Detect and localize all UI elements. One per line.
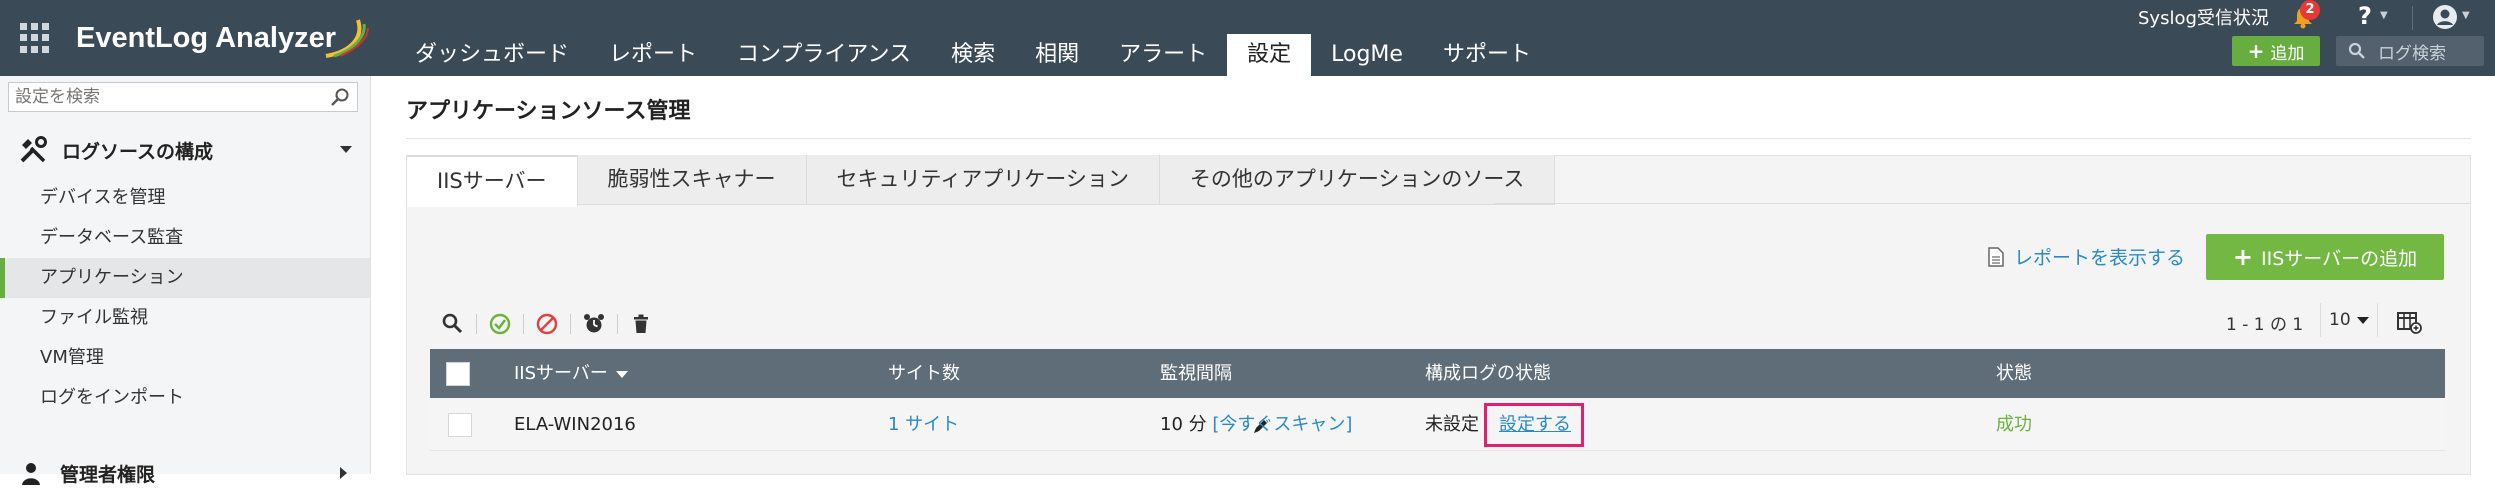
app-name: EventLog Analyzer	[76, 21, 336, 54]
tab-other-application-sources[interactable]: その他のアプリケーションのソース	[1159, 155, 1556, 205]
column-header-iis-server[interactable]: IISサーバー	[514, 349, 628, 398]
log-search-label: ログ検索	[2378, 43, 2446, 64]
tab-security-applications[interactable]: セキュリティアプリケーション	[806, 155, 1160, 205]
show-report-link[interactable]: レポートを表示する	[1988, 243, 2185, 270]
divider	[570, 314, 571, 334]
enable-icon[interactable]	[487, 311, 513, 337]
notification-badge: 2	[2300, 0, 2320, 20]
tab-vulnerability-scanner[interactable]: 脆弱性スキャナー	[577, 155, 807, 205]
top-bar: EventLog Analyzer ダッシュボード レポート コンプライアンス …	[0, 0, 2495, 76]
syslog-status-link[interactable]: Syslog受信状況	[2138, 4, 2269, 30]
sidebar-section-label: 管理者権限	[60, 463, 156, 486]
divider	[617, 314, 618, 334]
sidebar-item-applications[interactable]: アプリケーション	[0, 258, 370, 298]
main-nav: ダッシュボード レポート コンプライアンス 検索 相関 アラート 設定 LogM…	[395, 34, 1551, 76]
divider	[406, 138, 2471, 139]
config-status-value: 未設定	[1425, 414, 1479, 435]
column-header-sites[interactable]: サイト数	[888, 349, 960, 398]
log-search-button[interactable]: ログ検索	[2336, 36, 2484, 66]
user-caret-icon[interactable]: ▼	[2462, 10, 2470, 21]
select-all-checkbox[interactable]	[446, 362, 470, 386]
nav-tab-logme[interactable]: LogMe	[1311, 34, 1423, 76]
sidebar-item-database-audit[interactable]: データベース監査	[0, 218, 370, 258]
column-header-status[interactable]: 状態	[1996, 349, 2032, 398]
per-page-select[interactable]: 10	[2320, 303, 2378, 337]
help-icon[interactable]: ?	[2358, 2, 2372, 30]
help-caret-icon[interactable]: ▼	[2380, 10, 2388, 21]
show-report-label: レポートを表示する	[2014, 247, 2186, 269]
plus-icon: +	[2232, 243, 2254, 271]
app-grid-icon[interactable]	[20, 23, 50, 53]
sidebar-item-vm-management[interactable]: VM管理	[0, 338, 370, 378]
sort-desc-icon	[615, 370, 628, 378]
trash-icon[interactable]	[628, 311, 654, 337]
column-header-label: IISサーバー	[514, 363, 608, 384]
sidebar-section-label: ログソースの構成	[62, 140, 214, 163]
column-header-interval[interactable]: 監視間隔	[1160, 349, 1232, 398]
logo[interactable]: EventLog Analyzer	[20, 18, 369, 58]
divider	[523, 314, 524, 334]
site-count-link[interactable]: 1 サイト	[888, 399, 959, 450]
logo-swoosh-icon	[325, 19, 369, 58]
chevron-right-icon	[340, 467, 347, 479]
nav-tab-correlation[interactable]: 相関	[1015, 34, 1099, 76]
nav-tab-reports[interactable]: レポート	[589, 34, 717, 76]
server-name: ELA-WIN2016	[514, 414, 636, 435]
scan-now-link[interactable]: [今すぐスキャン]	[1212, 414, 1352, 435]
settings-search-input[interactable]	[8, 82, 358, 112]
plus-icon: +	[2247, 39, 2265, 63]
nav-tab-compliance[interactable]: コンプライアンス	[717, 34, 931, 76]
chevron-down-icon	[2356, 316, 2369, 324]
disable-icon[interactable]	[534, 311, 560, 337]
sidebar-item-import-logs[interactable]: ログをインポート	[0, 378, 370, 418]
row-checkbox[interactable]	[448, 413, 472, 437]
search-icon[interactable]	[440, 311, 466, 337]
user-avatar-icon[interactable]	[2432, 4, 2458, 30]
interval-cell: 10 分 [今すぐスキャン]	[1160, 399, 1352, 450]
admin-user-icon	[22, 463, 40, 485]
table-header: IISサーバー サイト数 監視間隔 構成ログの状態 状態	[430, 349, 2445, 398]
per-page-value: 10	[2329, 310, 2351, 330]
page-title: アプリケーションソース管理	[406, 99, 691, 124]
tab-iis-server[interactable]: IISサーバー	[406, 155, 578, 207]
pagination-info: 1 - 1 の 1	[2226, 315, 2304, 335]
add-button[interactable]: + 追加	[2232, 36, 2320, 66]
column-header-config-status[interactable]: 構成ログの状態	[1425, 349, 1551, 398]
highlight-box	[1484, 403, 1584, 447]
sidebar-item-file-monitoring[interactable]: ファイル監視	[0, 298, 370, 338]
sidebar: ログソースの構成 デバイスを管理 データベース監査 アプリケーション ファイル監…	[0, 76, 371, 486]
search-icon[interactable]	[330, 87, 350, 107]
source-tabs: IISサーバー 脆弱性スキャナー セキュリティアプリケーション その他のアプリケ…	[406, 155, 1556, 207]
nav-tab-support[interactable]: サポート	[1423, 34, 1551, 76]
document-icon	[1988, 246, 2004, 267]
search-icon	[2348, 42, 2365, 59]
sidebar-section-log-source-config[interactable]: ログソースの構成	[0, 126, 370, 174]
divider	[476, 314, 477, 334]
nav-tab-dashboard[interactable]: ダッシュボード	[395, 34, 589, 76]
status-value: 成功	[1996, 414, 2032, 435]
divider	[2412, 6, 2413, 30]
column-chooser-icon[interactable]	[2396, 310, 2422, 334]
add-button-label: 追加	[2270, 43, 2305, 64]
add-iis-server-label: IISサーバーの追加	[2261, 247, 2418, 270]
alarm-clock-icon[interactable]	[581, 311, 607, 337]
table-toolbar	[430, 304, 664, 344]
sidebar-section-admin[interactable]: 管理者権限	[0, 453, 370, 493]
add-iis-server-button[interactable]: + IISサーバーの追加	[2206, 234, 2444, 280]
chevron-down-icon	[340, 146, 352, 153]
interval-value: 10 分	[1160, 414, 1207, 435]
tools-icon	[20, 136, 47, 163]
divider	[1494, 203, 2470, 204]
nav-tab-search[interactable]: 検索	[931, 34, 1015, 76]
nav-tab-alerts[interactable]: アラート	[1099, 34, 1227, 76]
sidebar-item-manage-devices[interactable]: デバイスを管理	[0, 178, 370, 218]
nav-tab-settings[interactable]: 設定	[1227, 34, 1312, 76]
table-row: ELA-WIN2016 1 サイト 10 分 [今すぐスキャン] 未設定 設定す…	[430, 399, 2445, 451]
